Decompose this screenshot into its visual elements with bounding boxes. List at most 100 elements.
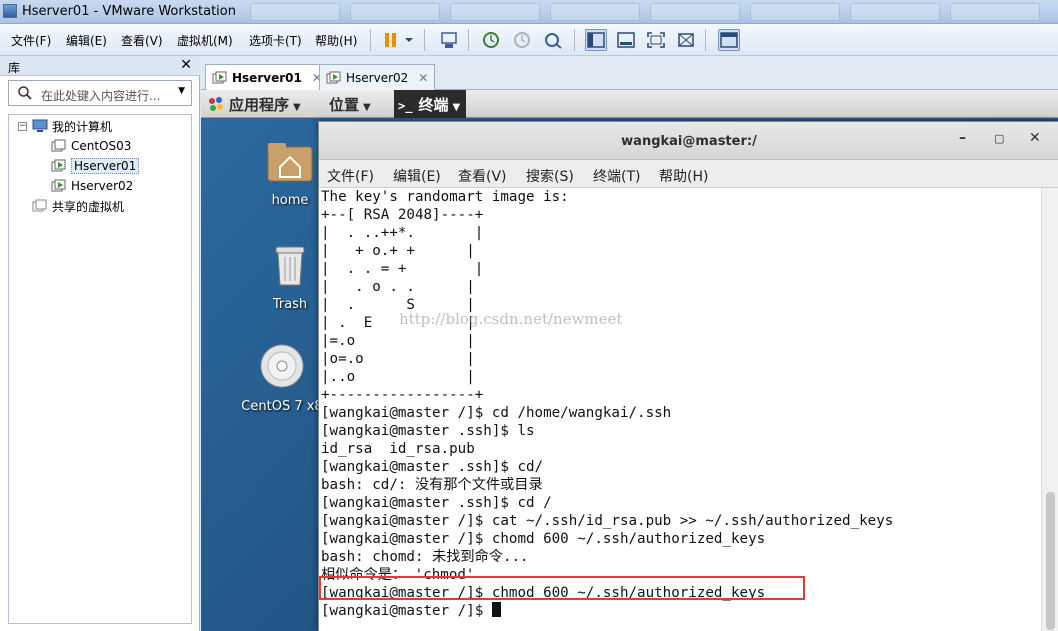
tab-label: Hserver02 [346, 70, 409, 85]
taskbar-ghost-tab [550, 3, 640, 21]
terminal-output[interactable]: The key's randomart image is: +--[ RSA 2… [319, 188, 1041, 631]
terminal-line: [wangkai@master .ssh]$ cd/ [321, 459, 544, 475]
tree-label: Hserver02 [71, 179, 134, 193]
search-icon [17, 85, 33, 104]
taskbar-ghost-tab [650, 3, 740, 21]
taskbar-ghost-tab [750, 3, 840, 21]
maximize-icon[interactable]: ▢ [994, 132, 1004, 145]
terminal-menu-edit[interactable]: 编辑(E) [393, 166, 441, 186]
menu-help[interactable]: 帮助(H) [315, 32, 357, 49]
terminal-scrollbar[interactable] [1041, 188, 1058, 631]
terminal-menu-view[interactable]: 查看(V) [458, 166, 507, 186]
places-menu[interactable]: 位置 ▼ [329, 94, 371, 115]
menu-view[interactable]: 查看(V) [121, 32, 163, 49]
menu-tabs[interactable]: 选项卡(T) [249, 32, 302, 49]
terminal-title: wangkai@master:/ [621, 134, 757, 149]
library-panel: 库 ✕ 在此处键入内容进行... ▼ − 我的计算机 CentOS03 Hser… [0, 56, 200, 631]
chevron-down-icon[interactable]: ▼ [178, 86, 185, 96]
tree-label: 共享的虚拟机 [52, 199, 125, 214]
terminal-prompt-line: [wangkai@master /]$ [321, 602, 501, 620]
watermark-text: http://blog.csdn.net/newmeet [399, 310, 623, 328]
shared-vm-icon [32, 199, 47, 212]
terminal-menu-search[interactable]: 搜索(S) [526, 166, 574, 186]
menu-file[interactable]: 文件(F) [11, 32, 51, 49]
terminal-line: |o=.o | [321, 351, 475, 367]
snapshot-manager-icon[interactable] [542, 29, 564, 51]
tree-collapse-icon[interactable]: − [18, 122, 27, 131]
terminal-line: |..o | [321, 369, 475, 385]
tree-item-vm[interactable]: CentOS03 [51, 137, 131, 155]
toolbar-separator [370, 29, 371, 51]
terminal-line: +-----------------+ [321, 387, 484, 403]
terminal-window[interactable]: wangkai@master:/ – ▢ ✕ 文件(F) 编辑(E) 查看(V)… [318, 121, 1058, 631]
revert-snapshot-icon[interactable] [511, 29, 533, 51]
terminal-line: | . . = + | [321, 261, 484, 277]
vm-icon [51, 139, 66, 152]
close-icon[interactable]: ✕ [418, 71, 428, 85]
scrollbar-thumb[interactable] [1046, 492, 1055, 630]
unity-icon[interactable] [675, 29, 697, 51]
library-tree: − 我的计算机 CentOS03 Hserver01 Hserver02 共享的… [8, 114, 192, 624]
tab-hserver02[interactable]: Hserver02 ✕ [319, 64, 436, 90]
terminal-prompt-icon: >_ [398, 99, 413, 113]
terminal-line: [wangkai@master .ssh]$ cd / [321, 495, 552, 511]
tree-item-shared-vms[interactable]: 共享的虚拟机 [32, 197, 124, 215]
cd-disc-icon [260, 344, 304, 388]
terminal-line: [wangkai@master /]$ cd /home/wangkai/.ss… [321, 405, 672, 421]
applications-label: 应用程序 [229, 96, 290, 114]
terminal-title-bar[interactable]: wangkai@master:/ – ▢ ✕ [319, 122, 1058, 160]
library-title: 库 [8, 61, 21, 75]
terminal-line: | . ..++*. | [321, 225, 484, 241]
terminal-line: [wangkai@master /]$ [321, 603, 492, 619]
minimize-icon[interactable]: – [959, 130, 966, 146]
library-header: 库 ✕ [0, 56, 200, 76]
guest-screen[interactable]: 应用程序 ▼ 位置 ▼ >_ 终端 ▼ home Trash CentOS 7 x8 w… [201, 90, 1058, 631]
pause-icon[interactable] [380, 29, 402, 51]
snapshot-icon[interactable] [480, 29, 502, 51]
show-library-icon[interactable] [585, 29, 607, 51]
terminal-line: [wangkai@master /]$ cat ~/.ssh/id_rsa.pu… [321, 513, 894, 529]
tree-item-vm-selected[interactable]: Hserver01 [51, 157, 140, 175]
taskbar-ghost-tab [950, 3, 1040, 21]
terminal-menu-terminal[interactable]: 终端(T) [593, 166, 640, 186]
tree-item-vm[interactable]: Hserver02 [51, 177, 133, 195]
window-title: Hserver01 - VMware Workstation [22, 4, 236, 19]
console-view-icon[interactable] [718, 29, 740, 51]
terminal-taskbar-menu[interactable]: >_ 终端 ▼ [394, 90, 467, 118]
library-search-input[interactable]: 在此处键入内容进行... ▼ [8, 80, 192, 106]
places-label: 位置 [329, 96, 360, 114]
guest-desktop[interactable]: home Trash CentOS 7 x8 wangkai@master:/ … [201, 119, 1058, 631]
thumbnail-bar-icon[interactable] [615, 29, 637, 51]
tab-hserver01[interactable]: Hserver01 ✕ [205, 64, 329, 91]
vm-running-icon [51, 159, 66, 172]
terminal-menu-label: 终端 [418, 96, 449, 114]
taskbar-ghost-tab [850, 3, 940, 21]
tree-item-my-computer[interactable]: 我的计算机 [32, 117, 112, 135]
trash-icon [275, 246, 305, 286]
terminal-line: | . o . . | [321, 279, 475, 295]
terminal-menu-bar: 文件(F) 编辑(E) 查看(V) 搜索(S) 终端(T) 帮助(H) [319, 160, 1058, 188]
toolbar-separator [424, 29, 425, 51]
close-icon[interactable]: ✕ [1029, 130, 1041, 146]
vm-tab-strip: Hserver01 ✕ Hserver02 ✕ [201, 56, 1058, 91]
terminal-menu-file[interactable]: 文件(F) [327, 166, 374, 186]
chevron-down-icon[interactable] [402, 29, 416, 51]
vm-running-icon [51, 179, 66, 192]
taskbar-ghost-tab [250, 3, 340, 21]
close-icon[interactable]: ✕ [180, 57, 192, 73]
full-screen-icon[interactable] [645, 29, 667, 51]
terminal-menu-help[interactable]: 帮助(H) [659, 166, 708, 186]
terminal-line: [wangkai@master /]$ chomd 600 ~/.ssh/aut… [321, 531, 766, 547]
text-cursor [491, 602, 501, 617]
applications-menu[interactable]: 应用程序 ▼ [207, 94, 301, 115]
menu-vm[interactable]: 虚拟机(M) [177, 32, 233, 49]
taskbar-ghost-tab [350, 3, 440, 21]
tree-label: Hserver01 [71, 158, 140, 174]
chevron-down-icon: ▼ [293, 102, 301, 113]
vm-running-icon [212, 71, 227, 84]
toolbar-separator [468, 29, 469, 51]
send-ctrl-alt-del-icon[interactable] [438, 29, 460, 51]
vm-running-icon [326, 71, 341, 83]
menu-edit[interactable]: 编辑(E) [66, 32, 107, 49]
toolbar-separator [705, 29, 706, 51]
